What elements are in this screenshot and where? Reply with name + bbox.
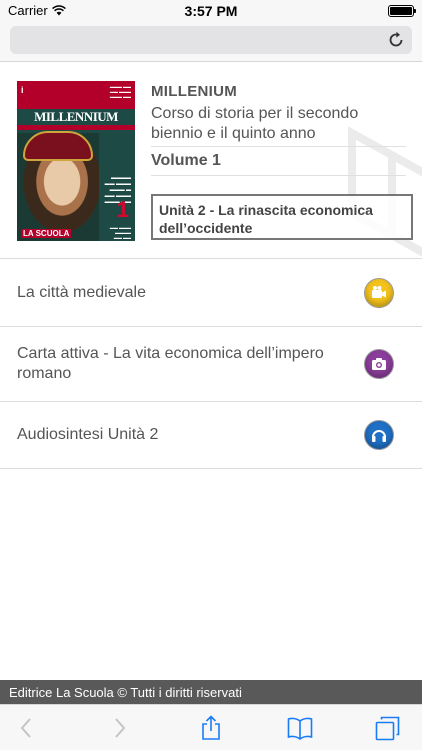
resource-list: La città medievale Carta attiva - La vit…	[0, 260, 422, 469]
list-item-label: Audiosintesi Unità 2	[17, 426, 159, 443]
book-icon	[287, 717, 313, 740]
back-button[interactable]	[14, 715, 40, 741]
status-bar: Carrier 3:57 PM	[0, 0, 422, 22]
address-bar[interactable]	[10, 26, 412, 54]
tabs-button[interactable]	[375, 715, 401, 741]
list-item-label: La città medievale	[17, 284, 146, 301]
book-header: i ▬▬▬ ▬▬ ▬▬ ▬▬▬ ▬▬▬ ▬▬ MILLENNIUM ▬▬▬▬ ▬▬ ▬…	[0, 63, 422, 259]
list-item-label: Carta attiva - La vita economica dell’im…	[17, 345, 324, 382]
battery-icon	[388, 5, 416, 17]
cover-publisher: LA SCUOLA	[21, 229, 72, 238]
copyright-footer: Editrice La Scuola © Tutti i diritti ris…	[0, 680, 422, 704]
chevron-right-icon	[115, 718, 126, 738]
forward-button[interactable]	[106, 715, 132, 741]
clock: 3:57 PM	[184, 3, 238, 19]
list-item-citta-medievale[interactable]: La città medievale	[0, 260, 422, 327]
unit-title: Unità 2 - La rinascita economica dell’oc…	[151, 194, 413, 240]
book-subtitle: Corso di storia per il secondo biennio e…	[151, 105, 359, 142]
list-item-carta-attiva[interactable]: Carta attiva - La vita economica dell’im…	[0, 327, 422, 402]
browser-nav-bar	[0, 22, 422, 62]
chevron-left-icon	[20, 718, 31, 738]
share-icon	[202, 715, 220, 740]
reload-icon[interactable]	[386, 30, 406, 50]
list-item-audiosintesi[interactable]: Audiosintesi Unità 2	[0, 402, 422, 469]
camera-icon[interactable]	[364, 349, 394, 379]
divider	[151, 175, 406, 176]
book-cover-image[interactable]: i ▬▬▬ ▬▬ ▬▬ ▬▬▬ ▬▬▬ ▬▬ MILLENNIUM ▬▬▬▬ ▬▬ ▬…	[17, 81, 135, 241]
book-title: MILLENIUM	[151, 83, 238, 100]
browser-toolbar	[0, 704, 422, 750]
tabs-icon	[375, 716, 400, 741]
publisher-logo-icon: i	[21, 85, 24, 95]
bookmarks-button[interactable]	[287, 715, 313, 741]
cover-volume-number: 1	[116, 197, 129, 222]
share-button[interactable]	[198, 715, 224, 741]
book-volume: Volume 1	[151, 152, 221, 169]
video-icon[interactable]	[364, 278, 394, 308]
headphones-icon[interactable]	[364, 420, 394, 450]
cover-series-title: MILLENNIUM	[34, 109, 118, 124]
divider	[151, 146, 406, 147]
